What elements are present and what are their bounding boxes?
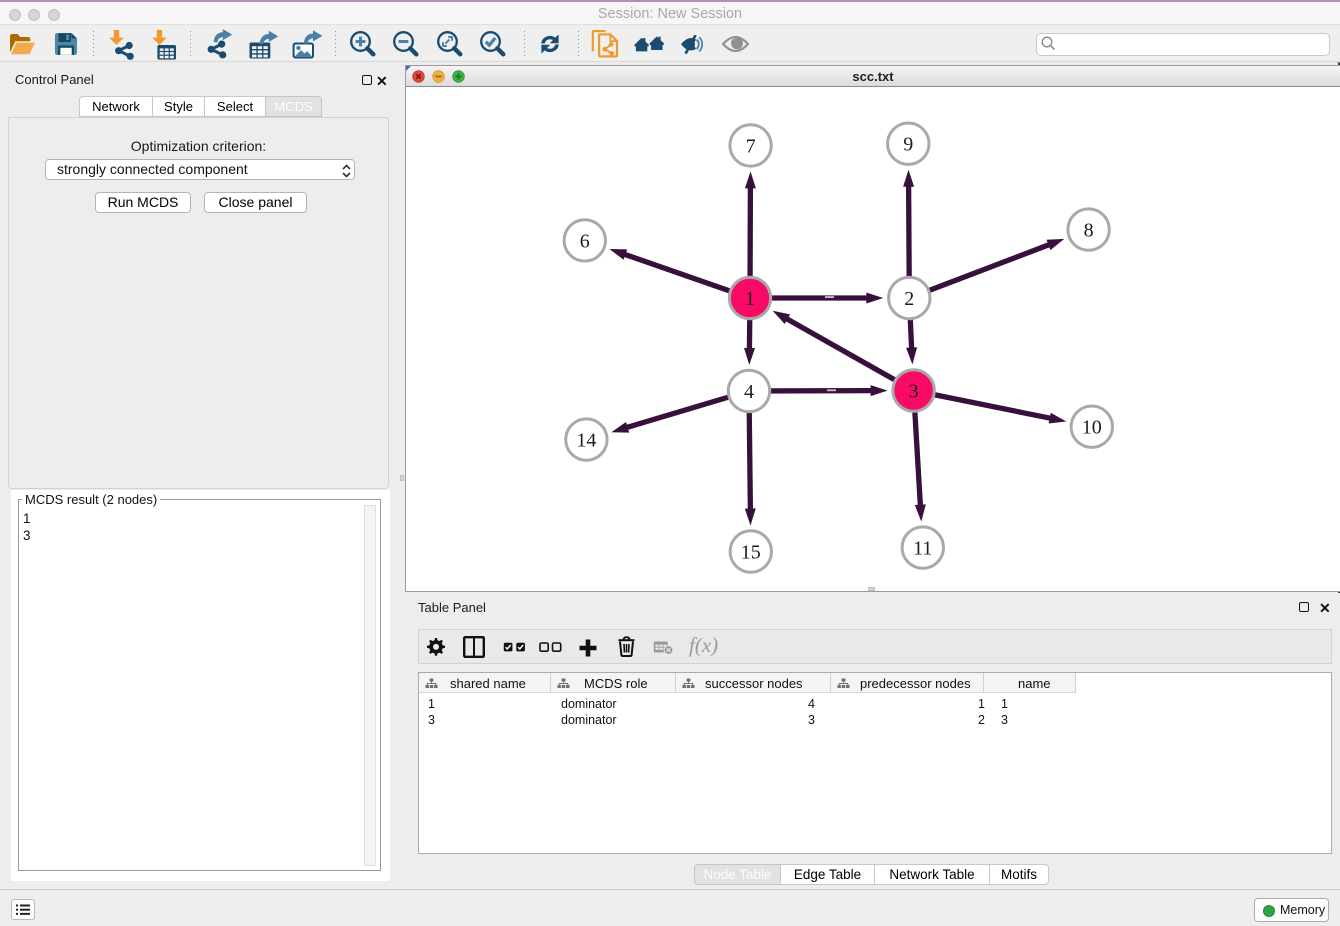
svg-text:2: 2 bbox=[904, 288, 914, 310]
svg-text:8: 8 bbox=[1084, 220, 1094, 242]
svg-text:1: 1 bbox=[745, 288, 755, 310]
svg-text:3: 3 bbox=[909, 381, 919, 403]
svg-text:10: 10 bbox=[1082, 417, 1102, 439]
svg-text:4: 4 bbox=[744, 381, 754, 403]
svg-text:15: 15 bbox=[741, 542, 761, 564]
svg-text:6: 6 bbox=[580, 230, 590, 252]
svg-text:14: 14 bbox=[576, 430, 596, 452]
svg-text:11: 11 bbox=[913, 538, 932, 560]
svg-text:9: 9 bbox=[903, 134, 913, 156]
svg-text:7: 7 bbox=[746, 135, 756, 157]
